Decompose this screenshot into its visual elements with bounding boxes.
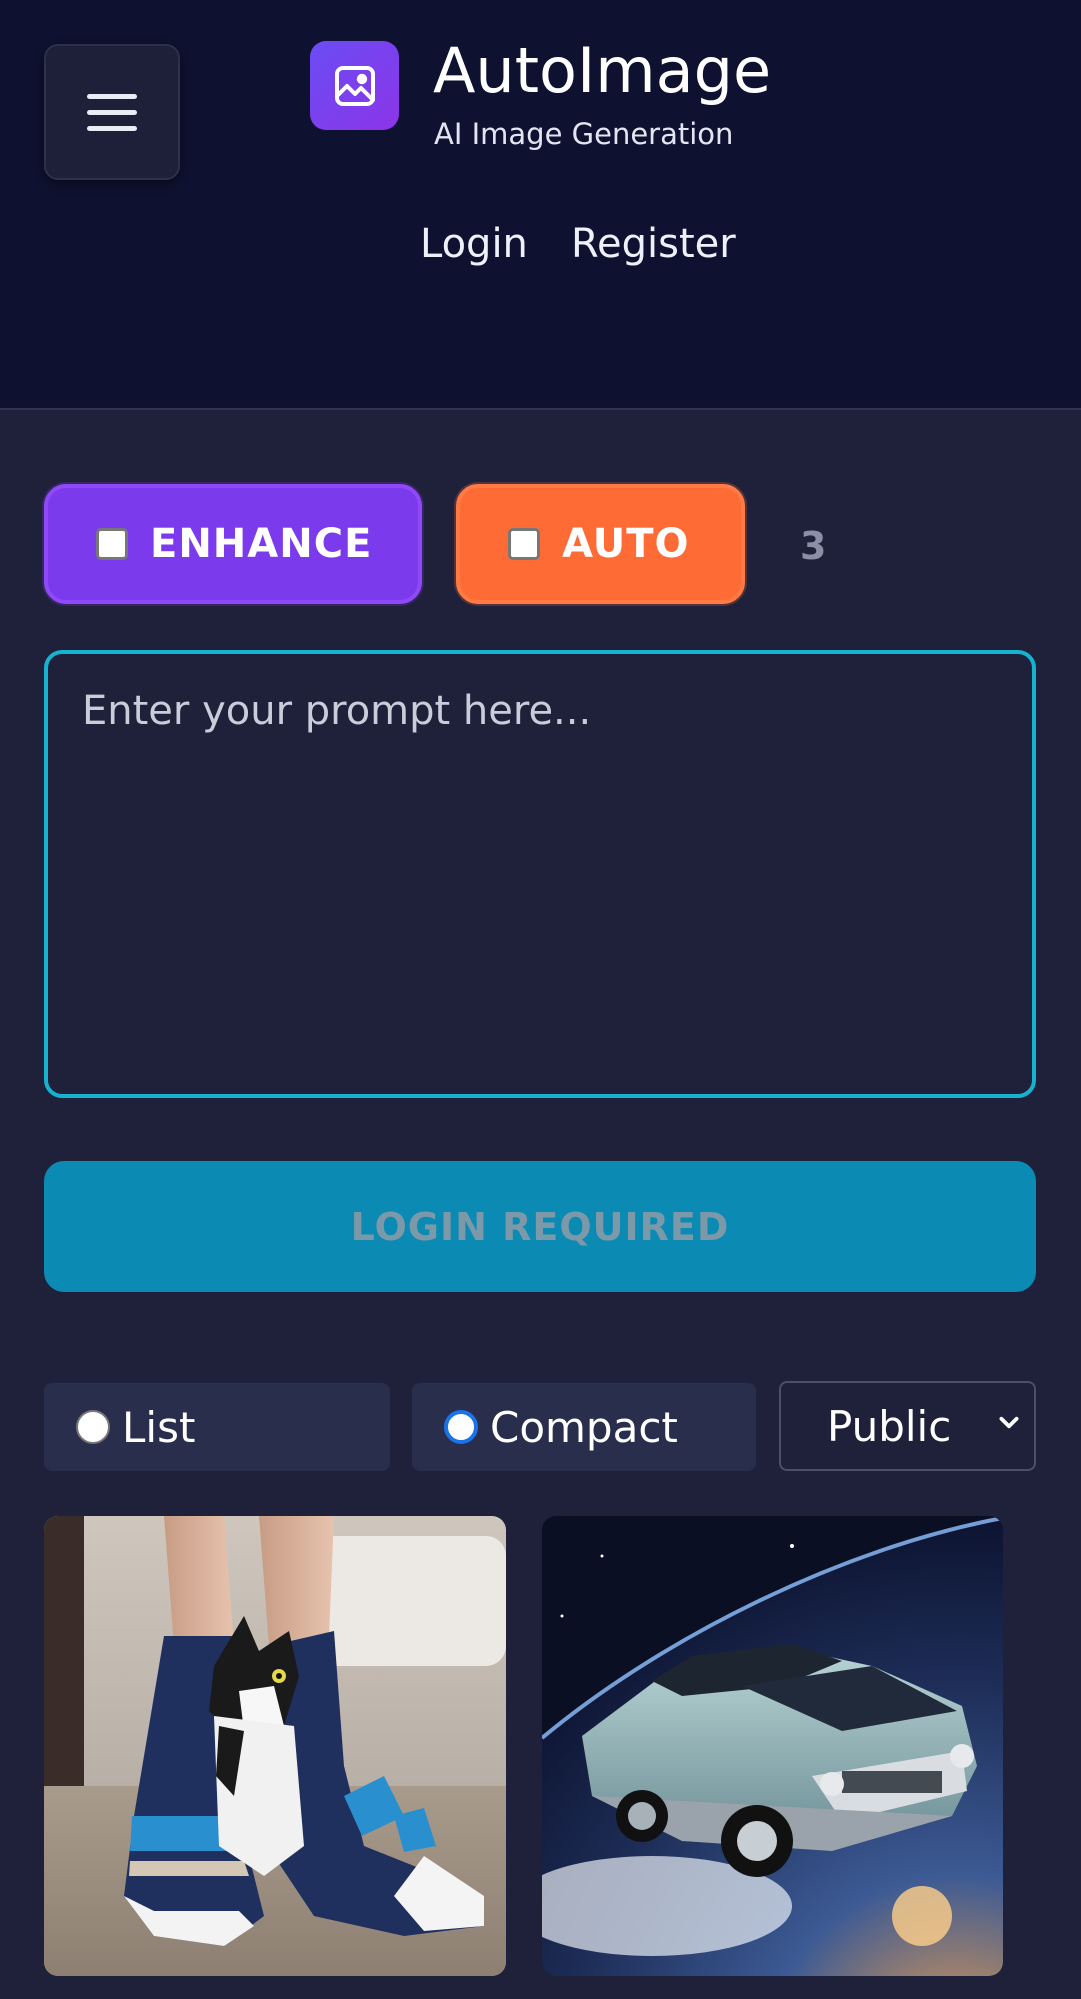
enhance-label: ENHANCE [150, 521, 373, 567]
app-title: AutoImage [433, 34, 772, 107]
prompt-input[interactable] [44, 650, 1036, 1098]
auto-label: AUTO [562, 521, 690, 567]
app-subtitle: AI Image Generation [434, 117, 734, 151]
login-required-button[interactable]: LOGIN REQUIRED [44, 1161, 1036, 1292]
nav-register-link[interactable]: Register [571, 217, 736, 271]
menu-button[interactable] [44, 44, 180, 180]
enhance-toggle[interactable]: ENHANCE [44, 484, 422, 604]
gallery-image-cat-sock[interactable] [44, 1516, 506, 1976]
nav-login-link[interactable]: Login [420, 217, 528, 271]
view-compact-option[interactable]: Compact [412, 1383, 756, 1471]
list-radio[interactable] [76, 1410, 110, 1444]
site-header: AutoImage AI Image Generation Login Regi… [0, 0, 1081, 410]
list-label: List [122, 1402, 196, 1452]
auto-toggle[interactable]: AUTO [456, 484, 745, 604]
hamburger-icon [87, 93, 137, 99]
credit-counter: 3 [800, 524, 827, 568]
visibility-select[interactable]: Public [779, 1381, 1036, 1471]
image-icon [310, 41, 399, 130]
compact-radio[interactable] [444, 1410, 478, 1444]
auto-checkbox[interactable] [508, 528, 540, 560]
compact-label: Compact [490, 1402, 678, 1452]
gallery-image-car-space[interactable] [542, 1516, 1003, 1976]
enhance-checkbox[interactable] [96, 528, 128, 560]
view-list-option[interactable]: List [44, 1383, 390, 1471]
visibility-value: Public [827, 1401, 952, 1451]
chevron-down-icon [999, 1416, 1019, 1429]
